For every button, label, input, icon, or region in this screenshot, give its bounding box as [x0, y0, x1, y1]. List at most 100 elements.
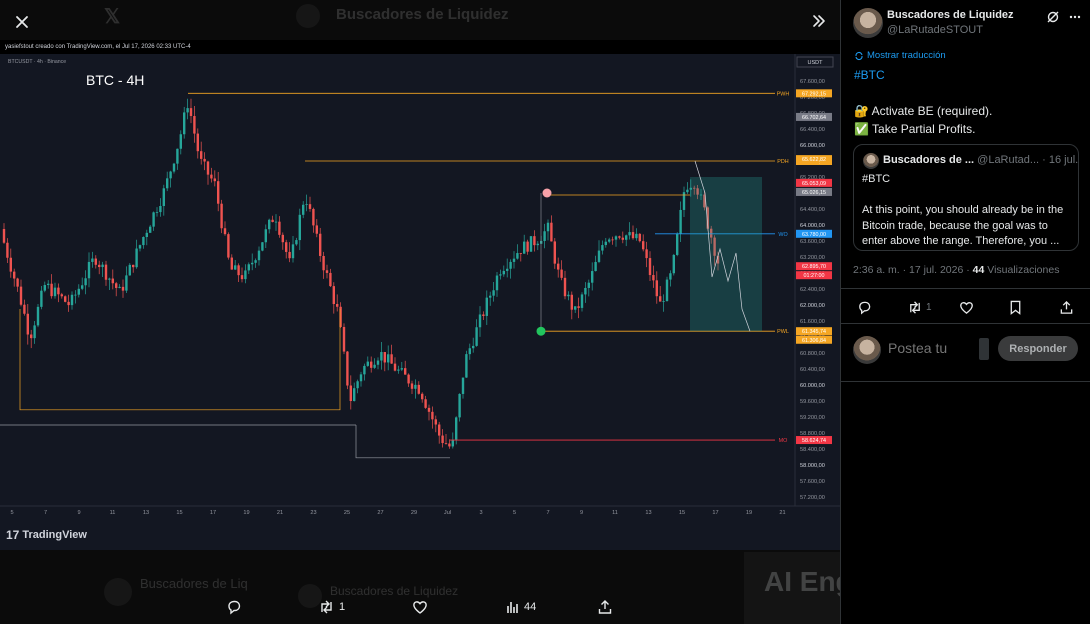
candle-body	[625, 235, 628, 240]
candle-body	[560, 269, 563, 278]
timestamp-text[interactable]: 2:36 a. m. · 17 jul. 2026 ·	[853, 264, 973, 276]
quoted-line: At this point, you should already be in …	[862, 204, 1064, 216]
ghost-avatar	[296, 4, 320, 28]
views-button[interactable]: 44	[506, 596, 536, 618]
quoted-tweet[interactable]: Buscadores de ... @LaRutad... · 16 jul. …	[853, 144, 1079, 251]
candle-body	[512, 258, 516, 262]
candle-body	[353, 388, 356, 402]
repost-button[interactable]: 1	[318, 596, 345, 618]
tweet-spacer	[854, 84, 1082, 102]
candle-body	[251, 262, 254, 265]
candle-body	[665, 279, 669, 302]
candle-body	[16, 278, 19, 287]
tweet-line: 🔐 Activate BE (required).	[854, 104, 993, 118]
repost-button[interactable]: 1	[907, 298, 932, 316]
reply-input[interactable]	[888, 340, 968, 356]
candle-body	[23, 304, 26, 314]
candle-body	[455, 417, 458, 440]
price-tick-label: 59.200,00	[800, 415, 825, 421]
like-button[interactable]	[959, 298, 974, 316]
candle-body	[210, 174, 213, 179]
candle-body	[115, 283, 118, 288]
candle-body	[84, 278, 87, 286]
candle-body	[81, 285, 84, 289]
avatar[interactable]	[853, 8, 883, 38]
share-button[interactable]	[1059, 298, 1074, 316]
avatar	[853, 336, 881, 364]
candle-body	[387, 354, 390, 363]
price-tick-label: 64.000,00	[800, 223, 825, 229]
time-tick-label: 23	[310, 510, 316, 516]
long-position-box	[690, 177, 762, 332]
candle-body	[291, 244, 295, 259]
hashtag-link[interactable]: #BTC	[854, 66, 1082, 84]
like-button[interactable]	[412, 596, 428, 618]
author-name[interactable]: Buscadores de Liquidez	[887, 9, 1014, 21]
candle-body	[302, 204, 305, 215]
ghost-card-title: Buscadores de Liq	[140, 576, 248, 591]
candle-body	[186, 108, 189, 113]
symbol-label: BTCUSDT · 4h · Binance	[8, 59, 66, 65]
candle-body	[6, 242, 9, 258]
candle-body	[155, 212, 159, 213]
candle-body	[349, 385, 352, 402]
collapse-panel-button[interactable]	[803, 5, 835, 37]
candle-body	[104, 264, 108, 280]
candle-body	[587, 282, 590, 288]
price-tick-label: 57.200,00	[800, 495, 825, 501]
candle-body	[584, 287, 587, 295]
candle-body	[203, 158, 206, 162]
share-button[interactable]	[597, 596, 613, 618]
price-tick-label: 60.000,00	[800, 383, 825, 389]
candle-body	[50, 283, 53, 297]
candle-body	[19, 286, 23, 305]
candle-body	[87, 261, 91, 279]
price-tag-label: 65.053,09	[802, 181, 826, 187]
bookmark-icon	[1010, 300, 1021, 315]
candle-body	[329, 272, 332, 287]
candle-body	[472, 345, 475, 349]
reply-button[interactable]	[226, 596, 242, 618]
candle-body	[271, 219, 274, 222]
grok-button[interactable]	[1044, 8, 1062, 26]
reply-button[interactable]	[857, 298, 872, 316]
candlestick-chart: 67.600,0067.200,0066.800,0066.400,0066.0…	[0, 54, 840, 520]
candle-body	[485, 297, 488, 316]
level-label: WO	[778, 232, 787, 238]
candle-body	[98, 264, 101, 268]
currency-label: USDT	[808, 60, 824, 66]
price-tag-label: 61.345,74	[802, 329, 826, 335]
candle-body	[648, 258, 652, 276]
quoted-author-name: Buscadores de ...	[883, 154, 975, 166]
chart-image[interactable]: yasiefstout creado con TradingView.com, …	[0, 40, 840, 550]
candle-body	[70, 294, 74, 306]
candle-body	[659, 296, 662, 302]
tweet-actions: 1	[841, 288, 1090, 324]
candle-body	[332, 286, 335, 305]
more-options-button[interactable]	[1066, 8, 1084, 26]
buy-marker	[536, 326, 546, 336]
candle-body	[468, 348, 471, 355]
candle-body	[200, 151, 203, 159]
bookmark-button[interactable]	[1009, 298, 1022, 316]
reply-submit-button[interactable]: Responder	[998, 336, 1078, 361]
candle-body	[261, 242, 264, 251]
repost-icon	[910, 300, 920, 314]
price-tag-label: 63.780,00	[802, 232, 826, 238]
close-button[interactable]	[6, 6, 38, 38]
reply-icon	[859, 301, 871, 315]
candle-body	[509, 261, 512, 269]
ghost-banner-text: AI Eng	[764, 566, 840, 597]
candle-body	[176, 148, 179, 164]
candle-body	[234, 265, 237, 270]
show-translation-link[interactable]: Mostrar traducción	[854, 50, 946, 61]
author-handle[interactable]: @LaRutadeSTOUT	[887, 24, 983, 36]
candle-body	[230, 257, 233, 270]
candle-body	[672, 254, 675, 274]
candle-body	[506, 268, 509, 271]
candle-body	[635, 233, 638, 239]
price-tag-label: 65.026,15	[802, 190, 826, 196]
resize-handle[interactable]	[979, 338, 989, 360]
candle-body	[108, 278, 111, 280]
time-tick-label: 3	[479, 510, 482, 516]
